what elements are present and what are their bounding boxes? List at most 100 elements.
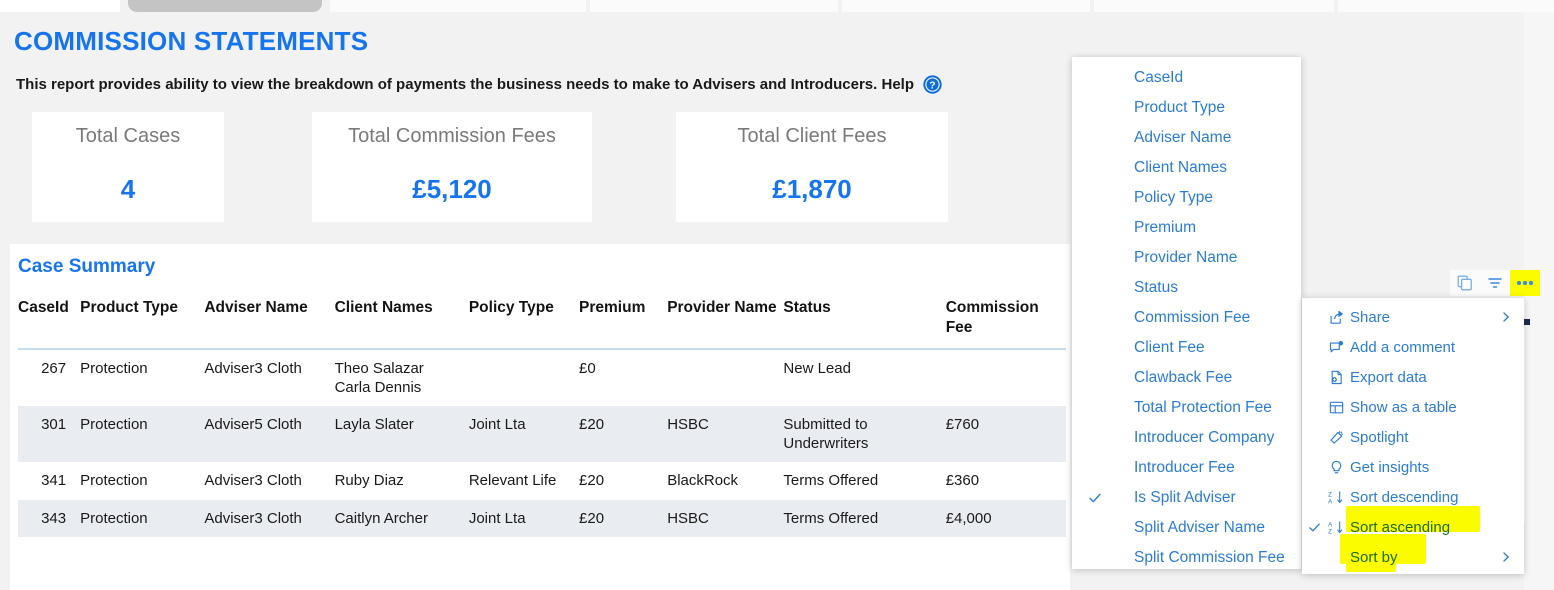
field-list-item-premium[interactable]: Premium (1072, 213, 1301, 243)
field-list-item-client-names[interactable]: Client Names (1072, 153, 1301, 183)
cell-commission-fee: £4,000 (945, 509, 992, 527)
cell-client-names: Theo Salazar Carla Dennis (335, 349, 469, 406)
menu-item-add-a-comment[interactable]: Add a comment (1302, 332, 1524, 362)
field-list-item-commission-fee[interactable]: Commission Fee (1072, 303, 1301, 333)
cell-policy-type: Joint Lta (468, 509, 526, 527)
menu-item-share[interactable]: Share (1302, 302, 1524, 332)
column-header-premium[interactable]: Premium (579, 294, 668, 350)
svg-text:A: A (1328, 498, 1333, 505)
column-header-provider-name[interactable]: Provider Name (667, 294, 784, 350)
help-circle-icon[interactable]: ? (922, 74, 943, 95)
field-list-item-is-split-adviser[interactable]: Is Split Adviser (1072, 483, 1301, 513)
kpi-card-total-client-fees[interactable]: Total Client Fees £1,870 (676, 112, 948, 222)
table-row[interactable]: 301 Protection Adviser5 Cloth Layla Slat… (18, 406, 1066, 463)
menu-item-label: Sort by (1350, 548, 1398, 566)
active-tab[interactable] (128, 0, 322, 12)
cell-commission-fee: £360 (945, 472, 980, 490)
svg-text:Z: Z (1328, 491, 1332, 498)
column-header-adviser-name[interactable]: Adviser Name (204, 294, 335, 350)
spotlight-icon (1326, 422, 1346, 452)
export-data-icon (1326, 362, 1346, 392)
menu-item-show-as-a-table[interactable]: Show as a table (1302, 392, 1524, 422)
field-list-item-introducer-fee[interactable]: Introducer Fee (1072, 453, 1301, 483)
column-header-commission-fee[interactable]: Commission Fee (945, 294, 1066, 350)
tab-slot-2[interactable] (590, 0, 838, 12)
field-list-item-total-protection-fee[interactable]: Total Protection Fee (1072, 393, 1301, 423)
field-list-item-product-type[interactable]: Product Type (1072, 93, 1301, 123)
column-header-status[interactable]: Status (783, 294, 946, 350)
client-name: Layla Slater (334, 416, 414, 434)
cell-client-names: Layla Slater (335, 406, 469, 462)
field-label: Is Split Adviser (1134, 489, 1236, 506)
cell-product-type: Protection (80, 416, 148, 434)
cell-adviser-name: Adviser3 Cloth (204, 509, 302, 527)
kpi-card-total-commission-fees[interactable]: Total Commission Fees £5,120 (312, 112, 592, 222)
field-list-item-introducer-company[interactable]: Introducer Company (1072, 423, 1301, 453)
field-list-item-client-fee[interactable]: Client Fee (1072, 333, 1301, 363)
field-list-flyout: CaseId Product Type Adviser Name Client … (1072, 57, 1301, 569)
menu-item-label: Sort descending (1350, 488, 1459, 506)
cell-provider-name (667, 349, 783, 406)
field-label: Split Adviser Name (1134, 519, 1265, 536)
kpi-value: £1,870 (772, 174, 852, 204)
cell-policy-type (469, 349, 579, 406)
comment-icon (1326, 332, 1346, 362)
client-name: Caitlyn Archer (334, 509, 428, 527)
field-list-item-clawback-fee[interactable]: Clawback Fee (1072, 363, 1301, 393)
table-row[interactable]: 267 Protection Adviser3 Cloth Theo Salaz… (18, 349, 1066, 406)
field-list-item-policy-type[interactable]: Policy Type (1072, 183, 1301, 213)
field-list-item-split-commission-fee[interactable]: Split Commission Fee (1072, 543, 1301, 573)
table-row[interactable]: 343 Protection Adviser3 Cloth Caitlyn Ar… (18, 499, 1066, 537)
kpi-label: Total Commission Fees (348, 125, 556, 147)
cell-premium: £20 (579, 472, 605, 490)
cell-provider-name: HSBC (667, 416, 709, 434)
tab-slot-4[interactable] (1094, 0, 1334, 12)
checkmark-icon (1308, 512, 1321, 542)
field-label: CaseId (1134, 69, 1184, 86)
tab-slot-1[interactable] (330, 0, 586, 12)
kpi-value: 4 (120, 174, 136, 204)
more-options-icon[interactable] (1510, 270, 1540, 296)
ellipsis-dots (1517, 281, 1533, 285)
field-list-item-adviser-name[interactable]: Adviser Name (1072, 123, 1301, 153)
cell-adviser-name: Adviser3 Cloth (204, 472, 302, 490)
cell-provider-name: BlackRock (667, 472, 739, 490)
page-title: COMMISSION STATEMENTS (14, 26, 369, 56)
tab-slot-3[interactable] (842, 0, 1090, 12)
tab-slot-0[interactable] (0, 0, 120, 12)
field-label: Product Type (1134, 99, 1226, 116)
field-list-item-caseid[interactable]: CaseId (1072, 63, 1301, 93)
status-line: Submitted to (783, 416, 868, 434)
field-list-item-split-adviser-name[interactable]: Split Adviser Name (1072, 513, 1301, 543)
menu-item-get-insights[interactable]: Get insights (1302, 452, 1524, 482)
field-label: Provider Name (1134, 249, 1238, 266)
filter-icon[interactable] (1480, 270, 1510, 296)
cell-status: Terms Offered (783, 462, 945, 499)
report-description-row: This report provides ability to view the… (16, 74, 943, 95)
cell-product-type: Protection (80, 359, 148, 377)
cell-premium: £20 (579, 416, 605, 434)
kpi-card-row: Total Cases 4 Total Commission Fees £5,1… (0, 112, 1000, 234)
tab-slot-5[interactable] (1338, 0, 1554, 12)
copy-visual-icon[interactable] (1450, 270, 1480, 296)
menu-item-spotlight[interactable]: Spotlight (1302, 422, 1524, 452)
show-as-table-icon (1326, 392, 1346, 422)
menu-item-export-data[interactable]: Export data (1302, 362, 1524, 392)
cell-adviser-name: Adviser5 Cloth (204, 416, 302, 434)
case-summary-title: Case Summary (18, 256, 156, 277)
column-header-policy-type[interactable]: Policy Type (468, 294, 580, 350)
cell-status: Submitted to Underwriters (783, 406, 945, 462)
field-list-item-provider-name[interactable]: Provider Name (1072, 243, 1301, 273)
table-row[interactable]: 341 Protection Adviser3 Cloth Ruby Diaz … (18, 462, 1066, 499)
column-header-caseid[interactable]: CaseId (18, 294, 81, 350)
canvas-right-gutter (1524, 12, 1554, 590)
kpi-label: Total Client Fees (737, 125, 887, 147)
svg-text:Z: Z (1328, 528, 1332, 535)
cell-premium: £20 (579, 509, 605, 527)
cell-premium: £0 (579, 359, 596, 377)
column-header-product-type[interactable]: Product Type (80, 294, 205, 350)
column-header-client-names[interactable]: Client Names (334, 294, 469, 350)
field-list-item-status[interactable]: Status (1072, 273, 1301, 303)
report-page: COMMISSION STATEMENTS This report provid… (0, 0, 1554, 590)
kpi-card-total-cases[interactable]: Total Cases 4 (32, 112, 224, 222)
